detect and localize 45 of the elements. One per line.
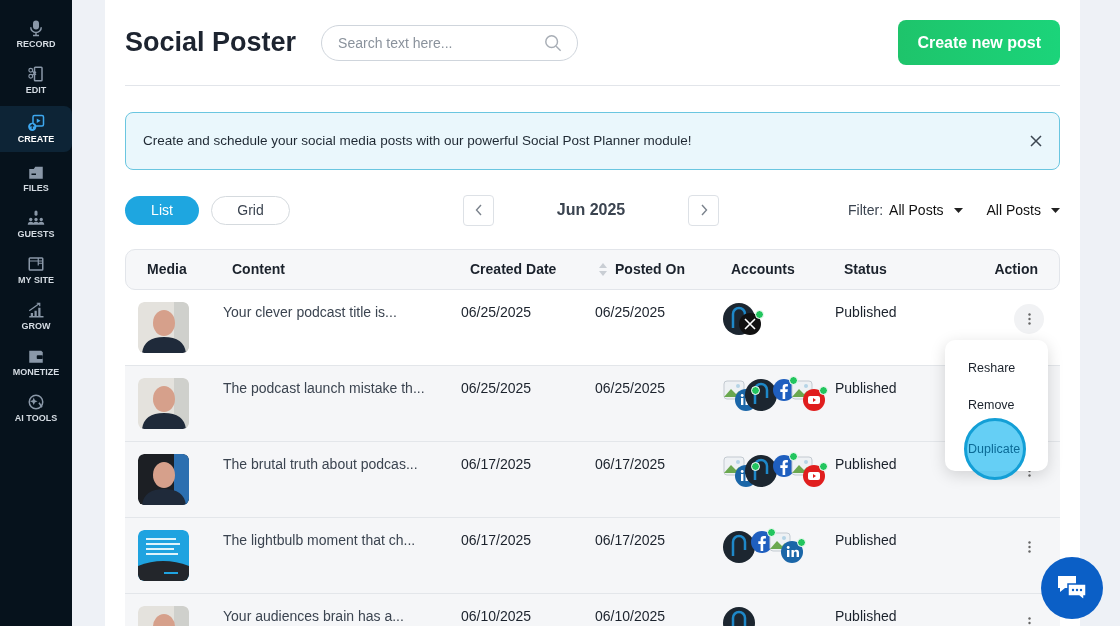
posts-dropdown[interactable]: All Posts [986,199,1060,221]
date-text: 06/17/2025 [595,532,666,548]
date-text: 06/17/2025 [461,456,532,472]
status-text: Published [835,380,897,396]
date-text: 06/10/2025 [461,608,532,624]
search-field[interactable]: Search text here... [321,24,579,61]
post-title: The podcast launch mistake th... [223,380,425,396]
date-text: 06/17/2025 [461,532,532,548]
sidebar-item[interactable]: GROW [0,296,72,336]
sidebar-item[interactable]: MONETIZE [0,342,72,382]
filter-dropdown[interactable]: All Posts [889,199,963,221]
post-title: The brutal truth about podcas... [223,456,418,472]
column-header: Action [994,260,1038,279]
sidebar-item[interactable]: RECORD [0,14,72,54]
post-title: The lightbulb moment that ch... [223,532,416,548]
post-title: Your clever podcast title is... [223,304,397,320]
date-text: 06/25/2025 [595,380,666,396]
date-text: 06/25/2025 [461,304,532,320]
month-label: Jun 2025 [555,200,627,220]
sidebar-item[interactable]: AI TOOLS [0,388,72,428]
sidebar-item[interactable]: MY SITE [0,250,72,290]
column-header: Content [232,260,285,279]
status-text: Published [835,304,897,320]
date-text: 06/25/2025 [595,304,666,320]
column-header: Posted On [615,260,685,279]
sidebar-item[interactable]: CREATE [0,106,72,152]
date-text: 06/25/2025 [461,380,532,396]
date-text: 06/17/2025 [595,456,666,472]
sidebar-item[interactable]: FILES [0,158,72,198]
status-text: Published [835,608,897,624]
menu-item[interactable]: Reshare [953,357,1040,379]
status-text: Published [835,532,897,548]
column-header: Media [147,260,187,279]
date-text: 06/10/2025 [595,608,666,624]
sidebar-item[interactable]: GUESTS [0,204,72,244]
status-text: Published [835,456,897,472]
filter-label: Filter: [848,200,884,220]
page-title: Social Poster [125,26,297,60]
banner-text: Create and schedule your social media posts with our powerful Social Post Planner module! [143,131,692,150]
menu-item[interactable]: Remove [953,394,1040,416]
sidebar-item[interactable]: EDIT [0,60,72,100]
column-header: Created Date [470,260,557,279]
column-header: Status [844,260,887,279]
column-header: Accounts [731,260,795,279]
post-title: Your audiences brain has a... [223,608,404,624]
